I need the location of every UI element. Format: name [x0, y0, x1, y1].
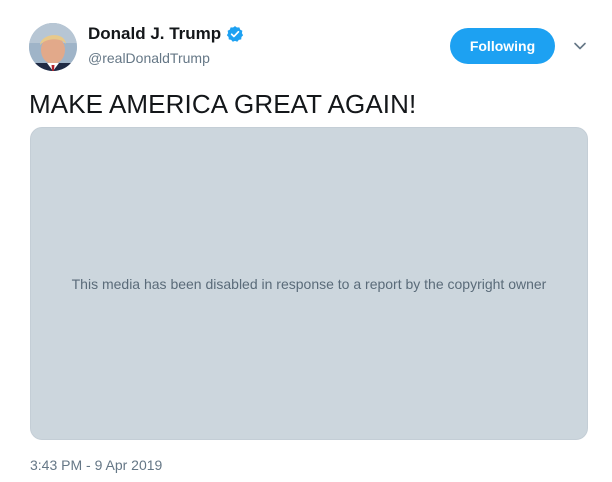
tweet-card: Donald J. Trump @realDonaldTrump Followi…	[0, 0, 612, 482]
author-handle[interactable]: @realDonaldTrump	[88, 50, 210, 66]
following-button[interactable]: Following	[450, 28, 555, 64]
media-placeholder: This media has been disabled in response…	[30, 127, 588, 440]
author-display-name[interactable]: Donald J. Trump	[88, 24, 244, 44]
media-disabled-message: This media has been disabled in response…	[71, 275, 547, 292]
avatar[interactable]	[29, 23, 77, 71]
avatar-image	[29, 23, 77, 71]
chevron-down-icon[interactable]	[572, 38, 588, 54]
tweet-text: MAKE AMERICA GREAT AGAIN!	[29, 89, 417, 119]
display-name-text: Donald J. Trump	[88, 24, 222, 43]
verified-badge-icon	[226, 25, 244, 43]
tweet-timestamp[interactable]: 3:43 PM - 9 Apr 2019	[30, 457, 162, 473]
